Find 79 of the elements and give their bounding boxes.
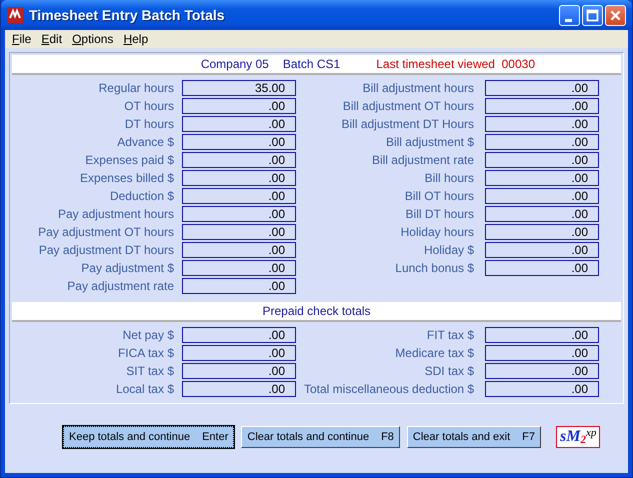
value-field[interactable]: .00	[485, 363, 599, 379]
value-field[interactable]: .00	[485, 152, 599, 168]
minimize-button[interactable]	[559, 4, 580, 26]
field-label: Bill adjustment DT Hours	[340, 116, 474, 132]
field-label: SDI tax $	[424, 363, 474, 379]
maximize-button[interactable]	[582, 4, 603, 26]
value-field[interactable]: .00	[485, 224, 599, 240]
field-label: OT hours	[123, 98, 174, 114]
menu-item[interactable]: Help	[118, 32, 154, 46]
field-label: Pay adjustment $	[80, 260, 174, 276]
menu-item[interactable]: File	[7, 32, 36, 46]
value-field[interactable]: .00	[485, 345, 599, 361]
field-label: Bill adjustment OT hours	[342, 98, 474, 114]
window-title: Timesheet Entry Batch Totals	[29, 7, 226, 23]
menu-item[interactable]: Options	[67, 32, 118, 46]
value-field[interactable]: .00	[182, 170, 296, 186]
value-field[interactable]: .00	[182, 206, 296, 222]
action-button[interactable]: Keep totals and continue Enter	[63, 426, 234, 448]
field-label: Lunch bonus $	[394, 260, 474, 276]
value-field[interactable]: .00	[182, 242, 296, 258]
value-field[interactable]: .00	[182, 345, 296, 361]
value-field[interactable]: .00	[485, 134, 599, 150]
value-field[interactable]: .00	[182, 134, 296, 150]
action-button[interactable]: Clear totals and continue F8	[241, 426, 400, 448]
field-label: Bill DT hours	[404, 206, 474, 222]
field-label: Bill adjustment $	[384, 134, 474, 150]
action-button[interactable]: Clear totals and exit F7	[406, 426, 541, 448]
value-field[interactable]: .00	[485, 327, 599, 343]
value-field[interactable]: .00	[182, 327, 296, 343]
field-label: SIT tax $	[125, 363, 174, 379]
field-label: Pay adjustment DT hours	[38, 242, 174, 258]
field-label: DT hours	[124, 116, 174, 132]
app-icon	[7, 7, 23, 23]
field-label: Regular hours	[98, 80, 174, 96]
field-label: Medicare tax $	[394, 345, 474, 361]
field-label: Expenses billed $	[78, 170, 174, 186]
menu-item[interactable]: Edit	[36, 32, 68, 46]
value-field[interactable]: .00	[485, 381, 599, 397]
field-label: Local tax $	[114, 381, 174, 397]
field-label: Bill hours	[424, 170, 474, 186]
section-title: Prepaid check totals	[262, 304, 371, 318]
value-field[interactable]: .00	[182, 98, 296, 114]
value-field[interactable]: .00	[182, 363, 296, 379]
close-button[interactable]	[605, 4, 626, 26]
value-field[interactable]: .00	[182, 116, 296, 132]
company-label: Company 05	[200, 57, 269, 71]
value-field[interactable]: .00	[485, 170, 599, 186]
value-field[interactable]: .00	[485, 206, 599, 222]
value-field[interactable]: .00	[182, 224, 296, 240]
field-label: Holiday hours	[400, 224, 474, 240]
field-label: Deduction $	[108, 188, 174, 204]
value-field[interactable]: .00	[485, 116, 599, 132]
batch-label: Batch CS1	[282, 57, 340, 71]
value-field[interactable]: .00	[485, 98, 599, 114]
field-label: Bill adjustment hours	[362, 80, 474, 96]
field-label: Bill adjustment rate	[370, 152, 474, 168]
field-label: Pay adjustment rate	[66, 278, 174, 294]
value-field[interactable]: .00	[485, 80, 599, 96]
value-field[interactable]: .00	[182, 188, 296, 204]
field-label: Total miscellaneous deduction $	[304, 381, 474, 397]
last-viewed-label: Last timesheet viewed 00030	[376, 57, 535, 71]
value-field[interactable]: .00	[485, 260, 599, 276]
value-field[interactable]: 35.00	[182, 80, 296, 96]
field-label: Net pay $	[122, 327, 174, 343]
field-label: FICA tax $	[116, 345, 174, 361]
value-field[interactable]: .00	[182, 152, 296, 168]
minimize-icon	[565, 18, 572, 22]
value-field[interactable]: .00	[485, 242, 599, 258]
field-label: FIT tax $	[426, 327, 474, 343]
value-field[interactable]: .00	[182, 278, 296, 294]
field-label: Expenses paid $	[84, 152, 174, 168]
field-label: Holiday $	[422, 242, 474, 258]
field-label: Pay adjustment hours	[56, 206, 174, 222]
value-field[interactable]: .00	[485, 188, 599, 204]
field-label: Bill OT hours	[404, 188, 474, 204]
field-label: Pay adjustment OT hours	[37, 224, 174, 240]
value-field[interactable]: .00	[182, 260, 296, 276]
field-label: Advance $	[116, 134, 174, 150]
value-field[interactable]: .00	[182, 381, 296, 397]
